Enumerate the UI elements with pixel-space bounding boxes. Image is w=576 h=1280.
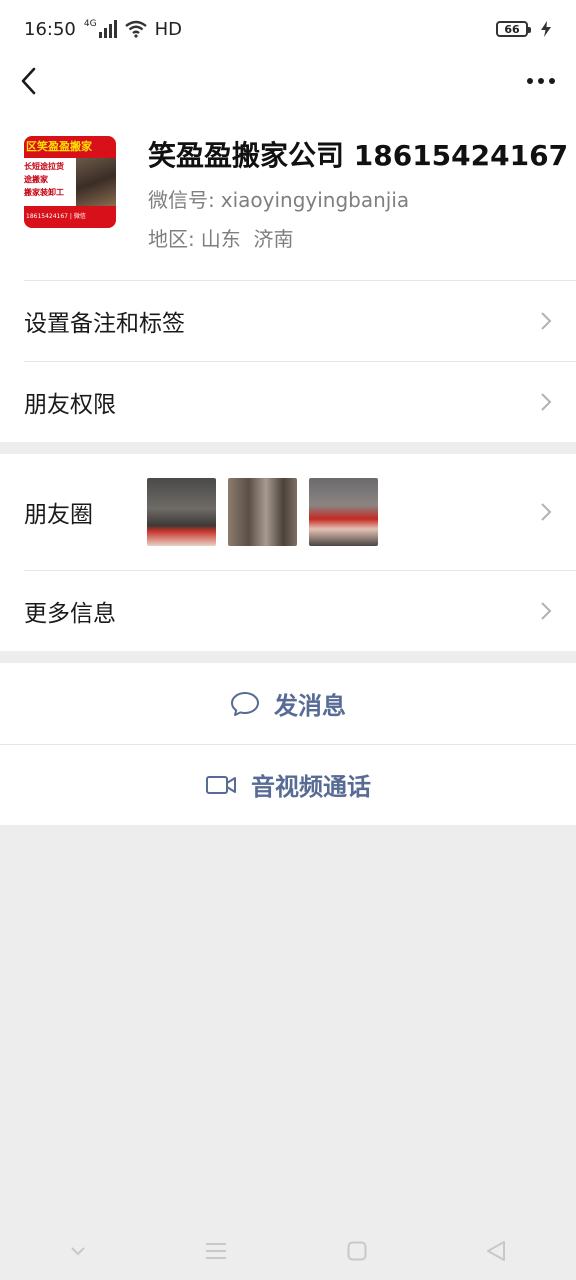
contact-name: 笑盈盈搬家公司 18615424167 xyxy=(148,139,569,172)
avatar-truck-image xyxy=(76,158,116,206)
region-label: 地区: xyxy=(148,227,195,251)
moments-photo xyxy=(309,478,378,546)
status-time: 16:50 xyxy=(24,18,76,40)
profile-header: 区笑盈盈搬家 长短途拉货 途搬家 搬家装卸工 18615424167 | 微信 … xyxy=(0,104,576,280)
more-info-label: 更多信息 xyxy=(24,600,116,627)
chevron-right-icon xyxy=(541,392,552,411)
signal-icon: 4G xyxy=(84,20,117,38)
wifi-icon xyxy=(124,20,147,38)
battery-icon: 66 xyxy=(496,21,531,37)
section-gap xyxy=(0,442,576,454)
avatar-line-3: 途搬家 xyxy=(24,175,48,184)
status-bar: 16:50 4G HD 66 xyxy=(0,0,576,58)
wechat-id-line: 微信号: xiaoyingyingbanjia xyxy=(148,184,576,213)
chevron-left-icon[interactable] xyxy=(20,67,38,95)
back-triangle-icon[interactable] xyxy=(486,1240,506,1262)
network-type: 4G xyxy=(83,19,97,29)
moments-thumbnails xyxy=(147,478,378,546)
remark-tags-row[interactable]: 设置备注和标签 xyxy=(0,280,576,361)
chevron-down-icon[interactable] xyxy=(70,1246,86,1256)
region-line: 地区: 山东 济南 xyxy=(148,223,576,252)
video-call-label: 音视频通话 xyxy=(251,773,371,801)
avatar-banner: 区笑盈盈搬家 xyxy=(24,136,116,158)
moments-row[interactable]: 朋友圈 xyxy=(0,454,576,570)
chat-bubble-icon xyxy=(231,691,259,716)
avatar-footer: 18615424167 | 微信 xyxy=(24,206,116,228)
friend-permission-row[interactable]: 朋友权限 xyxy=(0,361,576,442)
charging-icon xyxy=(541,21,551,37)
more-info-row[interactable]: 更多信息 xyxy=(0,570,576,651)
send-message-button[interactable]: 发消息 xyxy=(0,663,576,744)
hd-indicator: HD xyxy=(154,18,182,40)
system-nav-bar xyxy=(0,1222,576,1280)
friend-permission-label: 朋友权限 xyxy=(24,391,116,418)
wechat-id-value: xiaoyingyingbanjia xyxy=(220,188,410,212)
avatar-line-4: 搬家装卸工 xyxy=(24,188,64,197)
moments-photo xyxy=(147,478,216,546)
battery-level: 66 xyxy=(504,22,520,36)
chevron-right-icon xyxy=(541,311,552,330)
moments-photo xyxy=(228,478,297,546)
avatar[interactable]: 区笑盈盈搬家 长短途拉货 途搬家 搬家装卸工 18615424167 | 微信 xyxy=(24,136,116,228)
region-value: 山东 济南 xyxy=(200,227,294,251)
nav-bar xyxy=(0,58,576,104)
video-camera-icon xyxy=(206,775,236,794)
chevron-right-icon xyxy=(541,601,552,620)
home-icon[interactable] xyxy=(347,1241,367,1261)
menu-icon[interactable] xyxy=(205,1242,227,1260)
top-area: 16:50 4G HD 66 区笑盈盈搬家 长短途拉货 途搬家 搬家装卸工 18… xyxy=(0,0,576,280)
remark-tags-label: 设置备注和标签 xyxy=(24,310,185,337)
section-gap xyxy=(0,651,576,663)
chevron-right-icon xyxy=(541,503,552,521)
send-message-label: 发消息 xyxy=(274,692,346,720)
video-call-button[interactable]: 音视频通话 xyxy=(0,744,576,825)
more-dots-icon[interactable] xyxy=(526,77,556,85)
moments-label: 朋友圈 xyxy=(24,502,93,528)
wechat-id-label: 微信号: xyxy=(148,188,215,212)
avatar-line-2: 长短途拉货 xyxy=(24,162,64,171)
